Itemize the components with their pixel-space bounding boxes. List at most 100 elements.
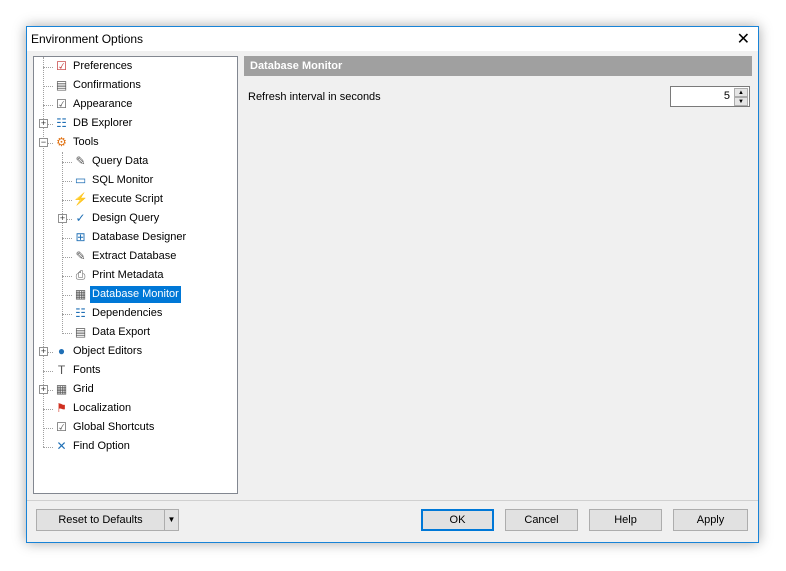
spin-up-icon[interactable]: ▲ — [734, 88, 748, 97]
localization-icon: ⚑ — [56, 401, 67, 415]
confirmations-icon: ▤ — [55, 78, 68, 92]
help-button[interactable]: Help — [589, 509, 662, 531]
tree-line — [43, 86, 53, 87]
expand-icon[interactable]: + — [39, 119, 48, 128]
apply-button[interactable]: Apply — [673, 509, 748, 531]
tools-icon: ⚙ — [56, 135, 67, 149]
tree-line — [62, 238, 72, 239]
database-monitor-icon: ▦ — [74, 287, 87, 301]
tree-item-label: SQL Monitor — [92, 174, 154, 186]
tree-item-grid[interactable]: ▦ Grid — [54, 381, 234, 398]
tree-item-label: Print Metadata — [92, 269, 164, 281]
tree-line — [62, 181, 72, 182]
tree-item-sql-monitor[interactable]: ▭ SQL Monitor — [73, 172, 234, 189]
expand-icon[interactable]: + — [39, 385, 48, 394]
find-option-icon: ✕ — [56, 439, 67, 453]
tree-item-database-monitor[interactable]: ▦ Database Monitor — [73, 286, 234, 303]
tree-item-label: Data Export — [92, 326, 151, 338]
tree-item-label: Object Editors — [73, 345, 143, 357]
tree-item-label: Fonts — [73, 364, 101, 376]
expand-icon[interactable]: + — [58, 214, 67, 223]
divider — [27, 500, 758, 501]
tree-item-label: Database Monitor — [90, 286, 181, 303]
cancel-button[interactable]: Cancel — [505, 509, 578, 531]
tree-item-object-editors[interactable]: ● Object Editors — [54, 343, 234, 360]
chevron-down-icon: ▼ — [167, 515, 176, 524]
tree-item-label: Design Query — [92, 212, 160, 224]
tree-item-dependencies[interactable]: ☷ Dependencies — [73, 305, 234, 322]
tree-item-localization[interactable]: ⚑ Localization — [54, 400, 234, 417]
tree-line — [62, 152, 63, 332]
print-metadata-icon: ⎙ — [75, 268, 86, 282]
tree-line — [43, 105, 53, 106]
reset-dropdown-button[interactable]: ▼ — [164, 509, 179, 531]
tree-item-label: Localization — [73, 402, 132, 414]
tree-item-label: DB Explorer — [73, 117, 133, 129]
grid-icon: ▦ — [55, 382, 68, 396]
options-tree[interactable]: ☑ Preferences ▤ Confirmations ☑ Appearance + ☷ D… — [33, 56, 238, 494]
tree-item-label: Grid — [73, 383, 94, 395]
preferences-icon: ☑ — [56, 59, 67, 73]
reset-to-defaults-button[interactable]: Reset to Defaults — [36, 509, 165, 531]
tree-item-db-explorer[interactable]: ☷ DB Explorer — [54, 115, 234, 132]
tree-item-appearance[interactable]: ☑ Appearance — [54, 96, 234, 113]
tree-line — [43, 428, 53, 429]
spin-down-icon[interactable]: ▼ — [734, 97, 748, 106]
tree-item-label: Global Shortcuts — [73, 421, 155, 433]
ok-button[interactable]: OK — [421, 509, 494, 531]
tree-item-confirmations[interactable]: ▤ Confirmations — [54, 77, 234, 94]
tree-item-label: Tools — [73, 136, 99, 148]
tree-item-label: Extract Database — [92, 250, 177, 262]
window-title: Environment Options — [31, 32, 144, 46]
design-query-icon: ✓ — [75, 211, 86, 225]
tree-item-query-data[interactable]: ✎ Query Data — [73, 153, 234, 170]
tree-item-tools[interactable]: ⚙ Tools — [54, 134, 234, 151]
tree-line — [62, 314, 72, 315]
global-shortcuts-icon: ☑ — [56, 420, 67, 434]
tree-item-data-export[interactable]: ▤ Data Export — [73, 324, 234, 341]
refresh-interval-value[interactable]: 5 — [724, 90, 730, 102]
tree-line — [43, 67, 53, 68]
tree-item-label: Execute Script — [92, 193, 163, 205]
title-bar: Environment Options ✕ — [27, 27, 758, 51]
tree-item-label: Dependencies — [92, 307, 163, 319]
tree-item-database-designer[interactable]: ⊞ Database Designer — [73, 229, 234, 246]
tree-line — [62, 162, 72, 163]
data-export-icon: ▤ — [74, 325, 87, 339]
tree-item-design-query[interactable]: ✓ Design Query — [73, 210, 234, 227]
tree-item-extract-database[interactable]: ✎ Extract Database — [73, 248, 234, 265]
tree-line — [62, 276, 72, 277]
tree-line — [62, 200, 72, 201]
refresh-interval-spinner[interactable]: 5 ▲ ▼ — [670, 86, 750, 107]
dependencies-icon: ☷ — [75, 306, 86, 320]
tree-item-global-shortcuts[interactable]: ☑ Global Shortcuts — [54, 419, 234, 436]
tree-item-preferences[interactable]: ☑ Preferences — [54, 58, 234, 75]
tree-item-label: Query Data — [92, 155, 149, 167]
tree-line — [43, 409, 53, 410]
tree-item-label: Find Option — [73, 440, 130, 452]
tree-line — [43, 371, 53, 372]
section-header: Database Monitor — [244, 56, 752, 76]
tree-line — [62, 333, 72, 334]
collapse-icon[interactable]: − — [39, 138, 48, 147]
tree-line — [43, 447, 53, 448]
tree-item-fonts[interactable]: T Fonts — [54, 362, 234, 379]
refresh-interval-label: Refresh interval in seconds — [248, 91, 381, 103]
tree-item-label: Preferences — [73, 60, 133, 72]
query-data-icon: ✎ — [75, 154, 86, 168]
tree-item-find-option[interactable]: ✕ Find Option — [54, 438, 234, 455]
tree-item-label: Database Designer — [92, 231, 187, 243]
tree-line — [62, 295, 72, 296]
tree-line — [62, 257, 72, 258]
close-icon[interactable]: ✕ — [737, 29, 750, 49]
tree-item-execute-script[interactable]: ⚡ Execute Script — [73, 191, 234, 208]
db-explorer-icon: ☷ — [56, 116, 67, 130]
appearance-icon: ☑ — [56, 97, 67, 111]
environment-options-dialog: Environment Options ✕ ☑ Preferences ▤ Confi… — [26, 26, 759, 543]
execute-script-icon: ⚡ — [73, 192, 88, 206]
tree-item-label: Appearance — [73, 98, 133, 110]
object-editors-icon: ● — [57, 344, 66, 358]
tree-item-print-metadata[interactable]: ⎙ Print Metadata — [73, 267, 234, 284]
fonts-icon: T — [57, 363, 66, 377]
expand-icon[interactable]: + — [39, 347, 48, 356]
